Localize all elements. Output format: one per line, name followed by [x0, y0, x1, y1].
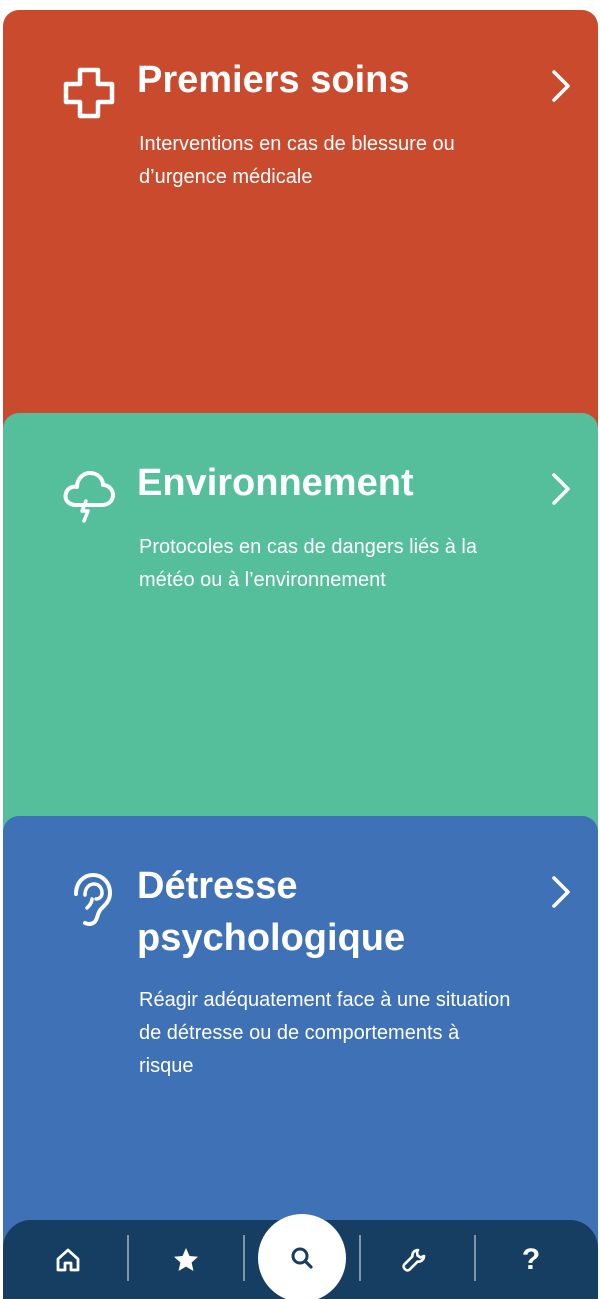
nav-tools-button[interactable]	[359, 1220, 469, 1299]
nav-help-button[interactable]: ?	[476, 1220, 586, 1299]
nav-search-button[interactable]	[258, 1214, 346, 1299]
nav-divider	[127, 1235, 129, 1281]
card-premiers-soins[interactable]: Premiers soins Interventions en cas de b…	[3, 10, 598, 430]
ear-icon	[58, 868, 120, 930]
chevron-right-icon	[546, 66, 576, 106]
card-title: Premiers soins	[137, 59, 410, 101]
nav-home-button[interactable]	[13, 1220, 123, 1299]
card-description: Protocoles en cas de dangers liés à la m…	[139, 536, 477, 591]
card-title: Environnement	[137, 462, 414, 504]
search-icon	[291, 1247, 313, 1269]
card-title: Détresse psychologique	[137, 865, 406, 959]
home-icon	[56, 1248, 80, 1271]
chevron-right-icon	[546, 469, 576, 509]
help-icon: ?	[521, 1242, 541, 1276]
bottom-navigation: ?	[3, 1214, 598, 1299]
card-detresse-psychologique[interactable]: Détresse psychologique Réagir adéquateme…	[3, 816, 598, 1256]
chevron-right-icon	[546, 872, 576, 912]
card-environnement[interactable]: Environnement Protocoles en cas de dange…	[3, 413, 598, 833]
storm-cloud-icon	[58, 465, 120, 527]
nav-divider	[243, 1235, 245, 1281]
screen: Premiers soins Interventions en cas de b…	[0, 0, 600, 1299]
card-description: Interventions en cas de blessure ou d’ur…	[139, 133, 455, 188]
medical-cross-icon	[58, 62, 120, 124]
nav-favorites-button[interactable]	[131, 1220, 241, 1299]
wrench-icon	[402, 1248, 426, 1272]
star-icon	[174, 1247, 198, 1271]
card-description: Réagir adéquatement face à une situation…	[139, 989, 511, 1077]
